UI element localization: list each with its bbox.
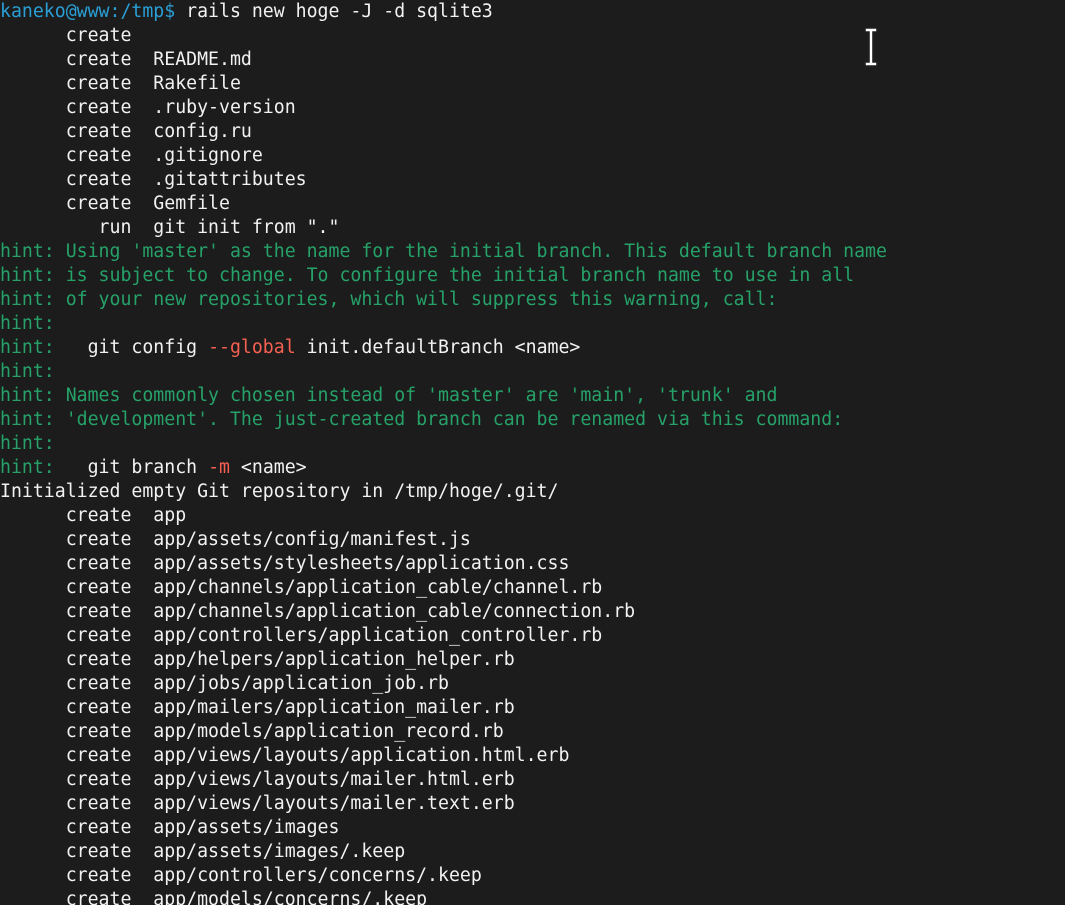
output-text: create app/channels/application_cable/co…	[0, 601, 636, 622]
output-text: create app/controllers/application_contr…	[0, 625, 603, 646]
terminal-window[interactable]: kaneko@www:/tmp$ rails new hoge -J -d sq…	[0, 0, 1065, 905]
hint-prefix: hint:	[0, 289, 66, 310]
terminal-output-line: create app/views/layouts/mailer.text.erb	[0, 792, 1065, 816]
output-text: create Rakefile	[0, 73, 241, 94]
terminal-output-line: create .gitignore	[0, 144, 1065, 168]
hint-prefix: hint:	[0, 385, 66, 406]
git-hint-command-line: hint: git branch -m <name>	[0, 456, 1065, 480]
terminal-output-line: create Gemfile	[0, 192, 1065, 216]
terminal-output-line: create Rakefile	[0, 72, 1065, 96]
hint-prefix: hint:	[0, 265, 66, 286]
terminal-output-line: create app/controllers/application_contr…	[0, 624, 1065, 648]
output-text: create app/views/layouts/mailer.html.erb	[0, 769, 515, 790]
git-hint-line: hint: of your new repositories, which wi…	[0, 288, 1065, 312]
terminal-output-line: create app/mailers/application_mailer.rb	[0, 696, 1065, 720]
output-text: create app/assets/stylesheets/applicatio…	[0, 553, 570, 574]
hint-text: 'development'. The just-created branch c…	[65, 409, 844, 430]
output-text: create app/controllers/concerns/.keep	[0, 865, 482, 886]
hint-prefix: hint:	[0, 409, 66, 430]
git-hint-line: hint: Names commonly chosen instead of '…	[0, 384, 1065, 408]
output-text: create app/models/application_record.rb	[0, 721, 504, 742]
terminal-output-line: create app/models/application_record.rb	[0, 720, 1065, 744]
output-text: create app/views/layouts/application.htm…	[0, 745, 570, 766]
hint-text: Names commonly chosen instead of 'master…	[65, 385, 778, 406]
hint-prefix: hint:	[0, 433, 55, 454]
output-text: create app/assets/images/.keep	[0, 841, 406, 862]
hint-command-text: git config	[54, 337, 209, 358]
terminal-prompt-line: kaneko@www:/tmp$ rails new hoge -J -d sq…	[0, 0, 1065, 24]
hint-prefix: hint:	[0, 361, 55, 382]
terminal-output-line: create app	[0, 504, 1065, 528]
output-text: create Gemfile	[0, 193, 230, 214]
hint-command-arg: init.defaultBranch <name>	[295, 337, 581, 358]
terminal-output-line: create app/assets/stylesheets/applicatio…	[0, 552, 1065, 576]
terminal-output-line: run git init from "."	[0, 216, 1065, 240]
terminal-output-line: create app/assets/images	[0, 816, 1065, 840]
output-text: create app/assets/images	[0, 817, 340, 838]
output-text: create app/views/layouts/mailer.text.erb	[0, 793, 515, 814]
output-text: create app/jobs/application_job.rb	[0, 673, 449, 694]
output-text: create app/channels/application_cable/ch…	[0, 577, 603, 598]
output-text: Initialized empty Git repository in /tmp…	[0, 481, 559, 502]
output-text: create README.md	[0, 49, 252, 70]
terminal-output-line: create app/models/concerns/.keep	[0, 888, 1065, 905]
output-text: create app/models/concerns/.keep	[0, 889, 428, 905]
hint-prefix: hint:	[0, 457, 55, 478]
terminal-output-line: Initialized empty Git repository in /tmp…	[0, 480, 1065, 504]
shell-prompt: kaneko@www:/tmp$	[0, 1, 176, 22]
output-text: create	[0, 25, 132, 46]
output-text: create app/mailers/application_mailer.rb	[0, 697, 515, 718]
hint-command-flag: --global	[208, 337, 296, 358]
terminal-output-line: create	[0, 24, 1065, 48]
git-hint-line: hint:	[0, 312, 1065, 336]
terminal-output-line: create app/channels/application_cable/co…	[0, 600, 1065, 624]
git-hint-line: hint: Using 'master' as the name for the…	[0, 240, 1065, 264]
terminal-output-line: create app/jobs/application_job.rb	[0, 672, 1065, 696]
terminal-output-line: create app/channels/application_cable/ch…	[0, 576, 1065, 600]
hint-prefix: hint:	[0, 241, 66, 262]
terminal-output-line: create app/controllers/concerns/.keep	[0, 864, 1065, 888]
git-hint-line: hint:	[0, 432, 1065, 456]
hint-text: Using 'master' as the name for the initi…	[65, 241, 887, 262]
terminal-output-area[interactable]: kaneko@www:/tmp$ rails new hoge -J -d sq…	[0, 0, 1065, 905]
hint-text: of your new repositories, which will sup…	[65, 289, 778, 310]
hint-prefix: hint:	[0, 337, 55, 358]
hint-prefix: hint:	[0, 313, 55, 334]
git-hint-line: hint: 'development'. The just-created br…	[0, 408, 1065, 432]
terminal-output-line: create .ruby-version	[0, 96, 1065, 120]
git-hint-line: hint:	[0, 360, 1065, 384]
output-text: run git init from "."	[0, 217, 340, 238]
terminal-output-line: create .gitattributes	[0, 168, 1065, 192]
hint-text: is subject to change. To configure the i…	[65, 265, 855, 286]
output-text: create config.ru	[0, 121, 252, 142]
output-text: create app/helpers/application_helper.rb	[0, 649, 515, 670]
terminal-output-line: create README.md	[0, 48, 1065, 72]
terminal-output-line: create app/views/layouts/application.htm…	[0, 744, 1065, 768]
terminal-output-line: create config.ru	[0, 120, 1065, 144]
terminal-output-line: create app/assets/images/.keep	[0, 840, 1065, 864]
git-hint-line: hint: is subject to change. To configure…	[0, 264, 1065, 288]
output-text: create .gitattributes	[0, 169, 307, 190]
git-hint-command-line: hint: git config --global init.defaultBr…	[0, 336, 1065, 360]
output-text: create app	[0, 505, 187, 526]
hint-command-flag: -m	[208, 457, 230, 478]
hint-command-arg: <name>	[229, 457, 307, 478]
output-text: create .gitignore	[0, 145, 263, 166]
terminal-output-line: create app/views/layouts/mailer.html.erb	[0, 768, 1065, 792]
hint-command-text: git branch	[54, 457, 209, 478]
terminal-output-line: create app/assets/config/manifest.js	[0, 528, 1065, 552]
terminal-output-line: create app/helpers/application_helper.rb	[0, 648, 1065, 672]
output-text: create .ruby-version	[0, 97, 296, 118]
output-text: create app/assets/config/manifest.js	[0, 529, 471, 550]
shell-command: rails new hoge -J -d sqlite3	[175, 1, 493, 22]
